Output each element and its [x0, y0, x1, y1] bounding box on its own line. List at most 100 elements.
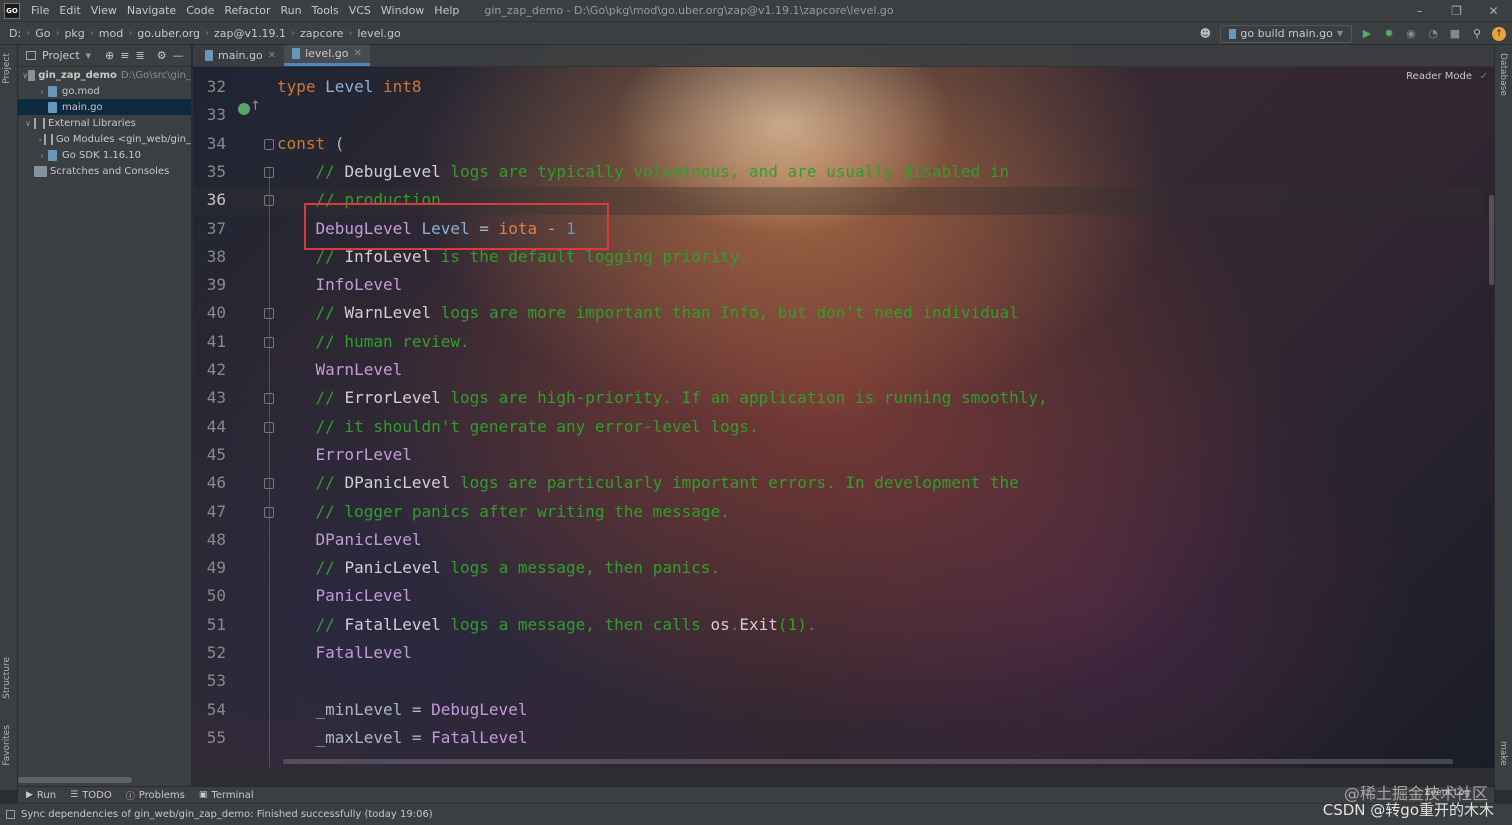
restore-icon[interactable]: ❐ [1438, 0, 1475, 22]
fold-toggle-icon[interactable] [264, 166, 274, 178]
expand-all-icon[interactable]: ≡ [120, 49, 129, 62]
editor-tab[interactable]: level.go ✕ [284, 45, 370, 66]
fold-toggle-icon[interactable] [264, 336, 274, 348]
menu-file[interactable]: File [26, 0, 54, 22]
code-line: // it shouldn't generate any error-level… [277, 413, 759, 441]
fold-toggle-icon[interactable] [264, 138, 274, 150]
menu-code[interactable]: Code [181, 0, 219, 22]
breadcrumb-separator-icon: › [55, 27, 60, 39]
settings-gear-icon[interactable]: ⚙ [157, 49, 167, 62]
run-configuration-selector[interactable]: go build main.go ▼ [1220, 24, 1352, 43]
code-line: DPanicLevel [277, 526, 422, 554]
chevron-down-icon[interactable]: ▼ [86, 52, 91, 60]
scratches-icon [34, 165, 47, 177]
breadcrumb-item[interactable]: Go [32, 27, 53, 40]
code-token: DebugLevel [344, 161, 441, 181]
menu-tools[interactable]: Tools [307, 0, 344, 22]
run-icon[interactable]: ▶ [1360, 27, 1374, 41]
menu-refactor[interactable]: Refactor [219, 0, 275, 22]
hide-panel-icon[interactable]: — [173, 49, 184, 62]
project-tool-tab[interactable]: Project [2, 53, 12, 84]
folder-icon [28, 69, 36, 81]
menu-edit[interactable]: Edit [54, 0, 85, 22]
breadcrumb-item[interactable]: zapcore [297, 27, 346, 40]
code-line: const ( [277, 130, 344, 158]
database-tool-tab[interactable]: Database [1498, 53, 1508, 96]
chevron-right-icon[interactable]: › [36, 87, 48, 96]
bottom-tab-todo[interactable]: ☰ TODO [70, 790, 112, 801]
reader-mode-toggle[interactable]: Reader Mode [1406, 71, 1472, 82]
structure-tool-tab[interactable]: Structure [2, 657, 12, 699]
bottom-tab-run[interactable]: ▶ Run [26, 790, 56, 801]
menu-help[interactable]: Help [429, 0, 464, 22]
bottom-tab-terminal[interactable]: ▣ Terminal [199, 790, 254, 801]
locate-icon[interactable]: ⊕ [105, 49, 114, 62]
breadcrumb-item[interactable]: pkg [61, 27, 87, 40]
breadcrumb-item[interactable]: go.uber.org [134, 27, 203, 40]
editor-tabs: main.go ✕ level.go ✕ [193, 45, 1494, 67]
chevron-down-icon[interactable]: ∨ [22, 119, 34, 128]
make-tool-tab[interactable]: make [1498, 741, 1508, 766]
tree-item[interactable]: main.go [18, 99, 191, 115]
tree-item[interactable]: ∨ External Libraries [18, 115, 191, 131]
fold-toggle-icon[interactable] [264, 195, 274, 207]
close-tab-icon[interactable]: ✕ [268, 50, 276, 61]
project-view-selector[interactable]: Project [42, 49, 80, 62]
breadcrumb-item[interactable]: zap@v1.19.1 [211, 27, 289, 40]
bottom-tool-tabs: ▶ Run ☰ TODO ⓘ Problems ▣ Terminal Event Log [18, 786, 1494, 803]
tree-item[interactable]: › go.mod [18, 83, 191, 99]
tree-item[interactable]: ∨ gin_zap_demo D:\Go\src\gin_ [18, 67, 191, 83]
user-icon[interactable]: ☻ [1198, 27, 1212, 41]
menu-window[interactable]: Window [376, 0, 429, 22]
chevron-right-icon[interactable]: › [36, 151, 48, 160]
code-token: PanicLevel [344, 558, 441, 578]
close-tab-icon[interactable]: ✕ [353, 48, 361, 59]
menu-navigate[interactable]: Navigate [122, 0, 181, 22]
navigate-up-icon[interactable]: ↑ [250, 99, 261, 114]
breadcrumb-item[interactable]: mod [96, 27, 126, 40]
menu-run[interactable]: Run [276, 0, 307, 22]
line-number: 44 [206, 416, 226, 436]
minimize-icon[interactable]: – [1401, 0, 1438, 22]
stop-icon[interactable]: ■ [1448, 27, 1462, 41]
code-token: int8 [382, 77, 422, 96]
tree-item[interactable]: › Go Modules <gin_web/gin_ [18, 131, 191, 147]
fold-toggle-icon[interactable] [264, 421, 274, 433]
updates-icon[interactable]: ↑ [1492, 26, 1506, 41]
project-horizontal-scrollbar[interactable] [18, 777, 132, 783]
code-editor[interactable]: main.go ✕ level.go ✕ Reader Mode ✓ ↑ 32 33 34… [193, 45, 1494, 768]
code-line: // logger panics after writing the messa… [277, 498, 730, 526]
tree-item[interactable]: › Go SDK 1.16.10 [18, 147, 191, 163]
profile-icon[interactable]: ◔ [1426, 27, 1440, 41]
fold-toggle-icon[interactable] [264, 393, 274, 405]
code-token: // it shouldn't generate any error-level… [277, 416, 759, 436]
coverage-icon[interactable]: ◉ [1404, 27, 1418, 41]
menu-view[interactable]: View [86, 0, 122, 22]
code-token: logs are particularly important errors. … [450, 473, 1019, 493]
fold-toggle-icon[interactable] [264, 478, 274, 490]
horizontal-scrollbar[interactable] [283, 759, 1453, 764]
menu-vcs[interactable]: VCS [344, 0, 376, 22]
implemented-marker-icon[interactable] [238, 103, 250, 115]
close-icon[interactable]: ✕ [1475, 0, 1512, 22]
search-icon[interactable]: ⚲ [1470, 27, 1484, 41]
line-number: 45 [206, 444, 226, 464]
tree-item[interactable]: Scratches and Consoles [18, 163, 191, 179]
breadcrumb-item[interactable]: level.go [354, 27, 403, 40]
breadcrumb-item[interactable]: D: [6, 27, 24, 40]
debug-icon[interactable]: ✹ [1382, 27, 1396, 41]
line-number: 34 [206, 133, 226, 153]
editor-tab[interactable]: main.go ✕ [197, 45, 284, 66]
chevron-right-icon[interactable]: › [36, 135, 44, 144]
code-line: // human review. [277, 328, 470, 356]
code-line: // FatalLevel logs a message, then calls… [277, 611, 817, 639]
fold-toggle-icon[interactable] [264, 506, 274, 518]
line-number-gutter[interactable]: ↑ 32 33 34 35 36 37 38 39 40 41 42 43 44 45 46 47 48 49 50… [193, 67, 274, 768]
code-line: // DebugLevel logs are typically volumin… [277, 158, 1010, 186]
code-token: DebugLevel [431, 699, 528, 719]
favorites-tool-tab[interactable]: Favorites [2, 725, 12, 766]
bottom-tab-problems[interactable]: ⓘ Problems [126, 789, 185, 802]
collapse-all-icon[interactable]: ≣ [135, 49, 144, 62]
breadcrumb: D: › Go › pkg › mod › go.uber.org › zap@v1.19.1 › za… [0, 27, 404, 40]
fold-toggle-icon[interactable] [264, 308, 274, 320]
